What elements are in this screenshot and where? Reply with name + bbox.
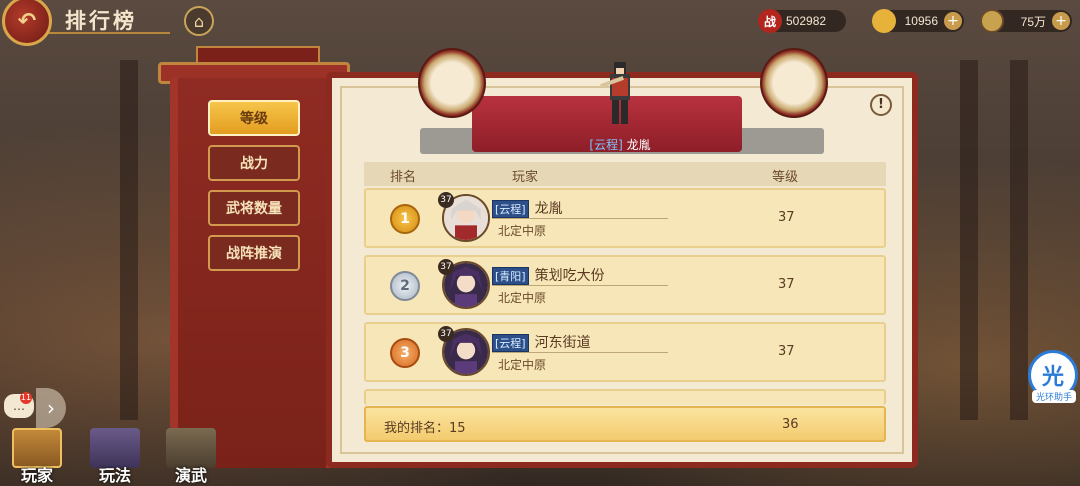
rank-medal-bronze: 3	[390, 338, 420, 368]
drum-right	[760, 48, 828, 118]
table-row[interactable]: 2 37 [青阳] 策划吃大份 北定中原 37	[364, 255, 886, 315]
server-name: 北定中原	[498, 291, 547, 305]
player-level: 37	[778, 344, 795, 359]
champion-name: [云程] 龙胤	[560, 136, 680, 156]
coin-display: 75万 +	[980, 9, 1072, 33]
my-rank-bar: 我的排名：15 36	[364, 406, 886, 442]
add-coin-button[interactable]: +	[1052, 12, 1070, 30]
player-level: 37	[778, 277, 795, 292]
add-gold-ingot-button[interactable]: +	[944, 12, 962, 30]
server-name: 北定中原	[498, 224, 547, 238]
champion-guild: [云程]	[589, 138, 623, 152]
gold-ingot-display: 10956 +	[872, 9, 964, 33]
assistant-icon: 光	[1041, 365, 1064, 390]
name-divider	[492, 352, 668, 353]
top-bar: ↶ 排行榜 ⌂ 战 502982 10956 + 75万 +	[0, 0, 1080, 46]
table-row-partial[interactable]	[364, 389, 886, 405]
gold-ingot-icon	[872, 9, 896, 33]
chat-unread-badge: 11	[20, 392, 32, 404]
player-name-text: 策划吃大份	[534, 268, 605, 284]
my-rank-level: 36	[782, 417, 799, 432]
name-divider	[492, 285, 668, 286]
champion-player-name: 龙胤	[626, 138, 651, 152]
background-pillar	[120, 60, 138, 420]
gold-ingot-value: 10956	[904, 14, 938, 28]
table-row[interactable]: 1 37 [云程] 龙胤 北定中原 37	[364, 188, 886, 248]
battle-power-value: 502982	[786, 14, 827, 28]
my-rank-label: 我的排名：15	[384, 421, 466, 436]
battle-power-display: 战 502982	[758, 9, 846, 33]
avatar-level-badge: 37	[438, 192, 454, 208]
avatar-level-badge: 37	[438, 326, 454, 342]
category-tab-panel	[170, 78, 334, 468]
tab-formation[interactable]: 战阵推演	[208, 235, 300, 271]
coin-icon	[980, 9, 1004, 33]
avatar-level-badge: 37	[438, 259, 454, 275]
nav-drill[interactable]: 演武	[160, 428, 222, 486]
nav-player[interactable]: 玩家	[6, 428, 68, 486]
assistant-label: 光环助手	[1032, 390, 1076, 403]
nav-drill-label: 演武	[174, 466, 207, 485]
column-header-level: 等级	[772, 170, 799, 185]
player-name-text: 河东街道	[534, 335, 591, 351]
player-name: [青阳] 策划吃大份	[492, 265, 605, 285]
home-icon: ⌂	[193, 11, 205, 31]
info-button[interactable]: !	[870, 94, 892, 116]
server-name: 北定中原	[498, 358, 547, 372]
tab-general-count[interactable]: 武将数量	[208, 190, 300, 226]
tab-level[interactable]: 等级	[208, 100, 300, 136]
column-header-rank: 排名	[390, 170, 417, 185]
nav-gameplay[interactable]: 玩法	[84, 428, 146, 486]
back-button[interactable]: ↶	[2, 0, 52, 46]
back-icon: ↶	[17, 8, 37, 34]
guild-tag: [青阳]	[492, 267, 529, 285]
home-button[interactable]: ⌂	[184, 6, 214, 36]
name-divider	[492, 218, 668, 219]
coin-value: 75万	[1020, 14, 1046, 29]
tab-power[interactable]: 战力	[208, 145, 300, 181]
page-title: 排行榜	[65, 8, 137, 33]
rank-medal-gold: 1	[390, 204, 420, 234]
player-level: 37	[778, 210, 795, 225]
guild-tag: [云程]	[492, 334, 529, 352]
battle-power-icon: 战	[758, 9, 782, 33]
column-header-player: 玩家	[512, 170, 539, 185]
table-header: 排名 玩家 等级	[364, 162, 886, 186]
nav-player-label: 玩家	[20, 466, 53, 485]
champion-sprite	[600, 62, 630, 124]
rank-medal-silver: 2	[390, 271, 420, 301]
guild-tag: [云程]	[492, 200, 529, 218]
player-name: [云程] 河东街道	[492, 332, 591, 352]
nav-gameplay-label: 玩法	[98, 466, 131, 485]
table-row[interactable]: 3 37 [云程] 河东街道 北定中原 37	[364, 322, 886, 382]
background-pillar	[1010, 60, 1028, 420]
player-name-text: 龙胤	[534, 201, 563, 217]
player-name: [云程] 龙胤	[492, 198, 563, 218]
drum-left	[418, 48, 486, 118]
background-pillar	[960, 60, 978, 420]
